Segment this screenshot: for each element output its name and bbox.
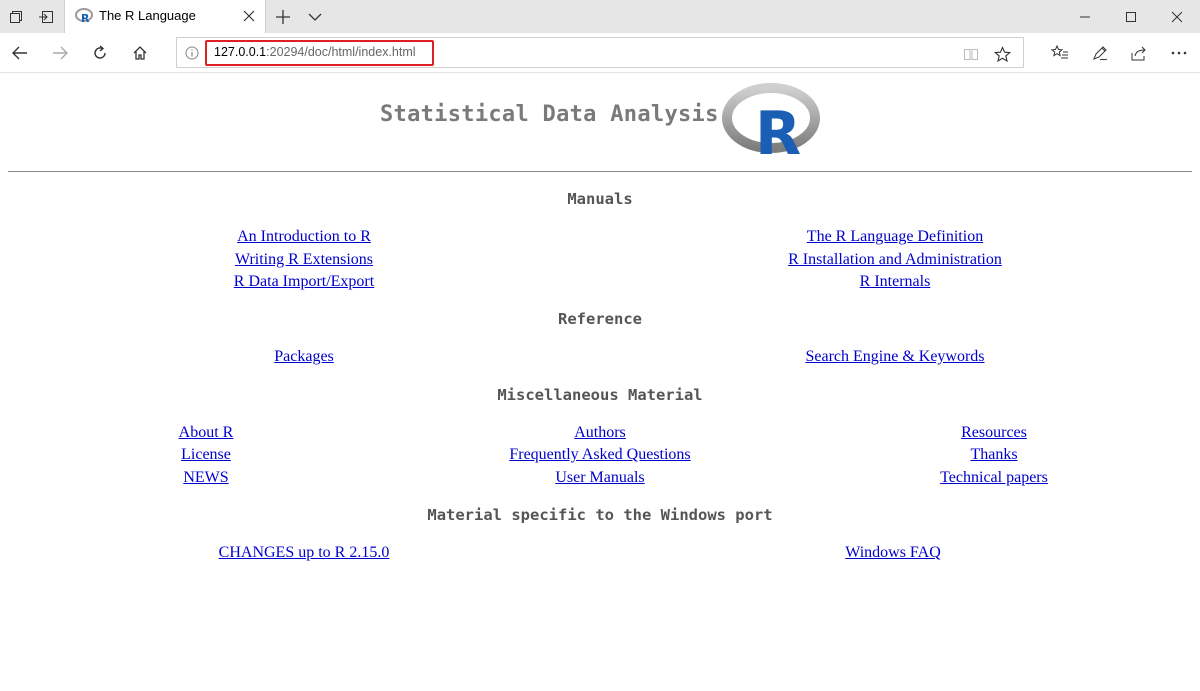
address-bar[interactable]: 127.0.0.1:20294/doc/html/index.html — [176, 37, 1024, 68]
forward-button[interactable] — [48, 41, 72, 65]
link-faq[interactable]: Frequently Asked Questions — [509, 446, 690, 464]
set-tabs-aside-icon[interactable] — [36, 7, 56, 27]
r-logo-letter: R — [755, 99, 801, 159]
arrow-left-icon — [12, 46, 27, 60]
link-license[interactable]: License — [181, 446, 231, 464]
svg-text:R: R — [81, 12, 90, 24]
favorites-list-icon — [1051, 45, 1068, 59]
refresh-icon — [94, 45, 106, 59]
horizontal-rule — [8, 171, 1192, 172]
link-r-language-definition[interactable]: The R Language Definition — [807, 228, 983, 246]
section-title-reference: Reference — [558, 310, 642, 328]
more-button[interactable] — [1167, 41, 1191, 65]
pen-icon — [1093, 46, 1108, 61]
link-news[interactable]: NEWS — [183, 469, 228, 487]
refresh-button[interactable] — [88, 41, 112, 65]
link-authors[interactable]: Authors — [574, 424, 626, 442]
section-title-misc: Miscellaneous Material — [497, 386, 703, 404]
link-search-engine-keywords[interactable]: Search Engine & Keywords — [805, 348, 984, 366]
link-user-manuals[interactable]: User Manuals — [555, 469, 644, 487]
chevron-down-icon[interactable] — [305, 7, 325, 27]
home-icon — [133, 46, 147, 60]
link-technical-papers[interactable]: Technical papers — [940, 469, 1048, 487]
tab-title: The R Language — [99, 8, 196, 23]
minimize-icon[interactable] — [1062, 0, 1108, 33]
link-about-r[interactable]: About R — [179, 424, 234, 442]
active-tab[interactable]: R The R Language — [64, 0, 266, 33]
link-packages[interactable]: Packages — [274, 348, 334, 366]
home-button[interactable] — [128, 41, 152, 65]
tab-manager-icon[interactable] — [6, 7, 26, 27]
close-tab-icon[interactable] — [242, 9, 256, 23]
link-r-data-import-export[interactable]: R Data Import/Export — [234, 273, 374, 291]
favorite-star-icon[interactable] — [992, 44, 1012, 64]
r-favicon-icon: R — [75, 8, 93, 24]
share-button[interactable] — [1127, 41, 1151, 65]
section-title-windows: Material specific to the Windows port — [427, 506, 773, 524]
url-host: 127.0.0.1 — [214, 45, 267, 59]
info-icon[interactable] — [185, 46, 199, 60]
r-logo: R — [722, 83, 820, 159]
link-introduction-to-r[interactable]: An Introduction to R — [237, 228, 371, 246]
back-button[interactable] — [8, 41, 32, 65]
page-title: Statistical Data Analysis — [380, 102, 719, 127]
url-text[interactable]: 127.0.0.1:20294/doc/html/index.html — [214, 45, 416, 59]
link-resources[interactable]: Resources — [961, 424, 1027, 442]
link-thanks[interactable]: Thanks — [970, 446, 1017, 464]
link-changes[interactable]: CHANGES up to R 2.15.0 — [219, 544, 390, 562]
link-writing-r-extensions[interactable]: Writing R Extensions — [235, 251, 373, 269]
tab-bar: R The R Language — [0, 0, 1200, 33]
link-windows-faq[interactable]: Windows FAQ — [845, 544, 941, 562]
reading-view-icon[interactable] — [961, 44, 981, 64]
arrow-right-icon — [53, 46, 68, 60]
favorites-hub-button[interactable] — [1048, 41, 1072, 65]
add-notes-button[interactable] — [1088, 41, 1112, 65]
navigation-bar: 127.0.0.1:20294/doc/html/index.html — [0, 33, 1200, 73]
page-content: Statistical Data Analysis R Manuals An I… — [0, 73, 1200, 691]
link-r-internals[interactable]: R Internals — [860, 273, 931, 291]
more-dots-icon — [1171, 51, 1187, 55]
share-icon — [1131, 46, 1146, 61]
maximize-icon[interactable] — [1108, 0, 1154, 33]
link-r-installation-administration[interactable]: R Installation and Administration — [788, 251, 1002, 269]
close-window-icon[interactable] — [1154, 0, 1200, 33]
section-title-manuals: Manuals — [567, 190, 633, 208]
new-tab-icon[interactable] — [273, 7, 293, 27]
url-path: :20294/doc/html/index.html — [266, 45, 416, 59]
